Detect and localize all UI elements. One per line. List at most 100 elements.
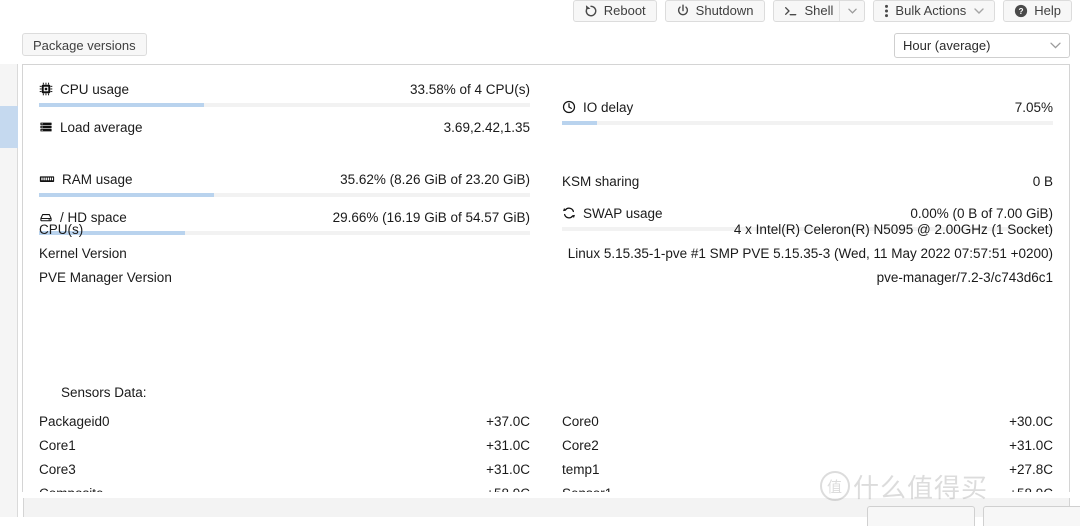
metric-cpu-usage-bar bbox=[39, 103, 530, 107]
system-info-label: CPU(s) bbox=[39, 221, 84, 237]
metric-ksm-sharing: KSM sharing 0 B bbox=[562, 165, 1053, 197]
sensor-row: temp1 +27.8C bbox=[562, 457, 1053, 481]
metric-load-average-label: Load average bbox=[60, 119, 143, 135]
metrics-right-top-spacer bbox=[562, 73, 1053, 91]
sensor-value: +58.9C bbox=[1009, 486, 1053, 493]
sensor-value: +31.0C bbox=[486, 461, 530, 477]
metric-io-delay-bar bbox=[562, 121, 1053, 125]
sensor-label: Composite bbox=[39, 486, 104, 493]
metric-ram-usage-bar bbox=[39, 193, 530, 197]
sensor-row: Core2 +31.0C bbox=[562, 433, 1053, 457]
metric-ram-usage-value: 35.62% (8.26 GiB of 23.20 GiB) bbox=[340, 171, 530, 187]
metric-ksm-sharing-value: 0 B bbox=[1032, 173, 1053, 189]
metric-ram-usage: RAM usage 35.62% (8.26 GiB of 23.20 GiB) bbox=[39, 163, 530, 195]
status-metrics: CPU usage 33.58% of 4 CPU(s) Load averag… bbox=[23, 65, 1069, 239]
power-icon bbox=[676, 4, 690, 18]
memory-stick-icon bbox=[39, 172, 55, 186]
sensor-row: Composite +58.9C bbox=[39, 481, 530, 493]
metrics-right-mid-spacer bbox=[562, 129, 1053, 165]
metric-cpu-usage: CPU usage 33.58% of 4 CPU(s) bbox=[39, 73, 530, 105]
help-button[interactable]: ? Help bbox=[1003, 0, 1072, 22]
status-metrics-right: IO delay 7.05% KSM sharing 0 B SWAP usag… bbox=[546, 65, 1069, 239]
sensor-row: Core0 +30.0C bbox=[562, 409, 1053, 433]
clock-icon bbox=[562, 100, 576, 114]
cpu-chip-icon bbox=[39, 82, 53, 96]
status-metrics-left: CPU usage 33.58% of 4 CPU(s) Load averag… bbox=[23, 65, 546, 239]
sensor-value: +58.9C bbox=[486, 486, 530, 493]
help-label: Help bbox=[1034, 3, 1061, 18]
metric-cpu-usage-value: 33.58% of 4 CPU(s) bbox=[409, 81, 530, 97]
system-info-value: pve-manager/7.2-3/c743d6c1 bbox=[876, 269, 1053, 285]
shutdown-label: Shutdown bbox=[695, 3, 754, 18]
system-info-row-kernel-version: Kernel Version Linux 5.15.35-1-pve #1 SM… bbox=[39, 241, 1053, 265]
reboot-button[interactable]: Reboot bbox=[572, 0, 657, 22]
sensor-row: Core1 +31.0C bbox=[39, 433, 530, 457]
metric-cpu-usage-label-group: CPU usage bbox=[39, 82, 129, 97]
sensor-label: Core2 bbox=[562, 437, 599, 453]
svg-text:?: ? bbox=[1019, 6, 1024, 16]
reboot-icon bbox=[584, 4, 598, 18]
sensors-data: Packageid0 +37.0C Core1 +31.0C Core3 +31… bbox=[23, 409, 1069, 493]
sensor-value: +37.0C bbox=[486, 413, 530, 429]
sidebar-selected-item[interactable] bbox=[0, 106, 18, 148]
system-info-row-cpus: CPU(s) 4 x Intel(R) Celeron(R) N5095 @ 2… bbox=[39, 217, 1053, 241]
sensor-value: +27.8C bbox=[1009, 461, 1053, 477]
shell-dropdown-arrow[interactable] bbox=[839, 1, 864, 21]
bottom-button-right[interactable] bbox=[983, 506, 1080, 526]
metric-ksm-sharing-label: KSM sharing bbox=[562, 173, 640, 189]
system-info-list: CPU(s) 4 x Intel(R) Celeron(R) N5095 @ 2… bbox=[23, 217, 1069, 289]
sensor-row: Core3 +31.0C bbox=[39, 457, 530, 481]
sensor-label: Core1 bbox=[39, 437, 76, 453]
bulk-actions-button[interactable]: Bulk Actions bbox=[873, 0, 996, 22]
server-stack-icon bbox=[39, 120, 53, 134]
top-toolbar-buttons: Reboot Shutdown Shell Bulk Actions ? Hel… bbox=[572, 0, 1080, 22]
bottom-button-left[interactable] bbox=[867, 506, 975, 526]
metric-io-delay-label-group: IO delay bbox=[562, 100, 633, 115]
system-info-row-pve-manager-version: PVE Manager Version pve-manager/7.2-3/c7… bbox=[39, 265, 1053, 289]
metric-load-average-label-group: Load average bbox=[39, 120, 143, 135]
terminal-icon bbox=[784, 4, 799, 18]
sensors-left-column: Packageid0 +37.0C Core1 +31.0C Core3 +31… bbox=[23, 409, 546, 493]
shell-button[interactable]: Shell bbox=[772, 0, 866, 22]
sensor-label: Sensor1 bbox=[562, 486, 612, 493]
bulk-actions-label: Bulk Actions bbox=[895, 3, 967, 18]
top-toolbar: Reboot Shutdown Shell Bulk Actions ? Hel… bbox=[0, 0, 1080, 24]
sensor-row: Sensor1 +58.9C bbox=[562, 481, 1053, 493]
sensor-row: Packageid0 +37.0C bbox=[39, 409, 530, 433]
sensor-label: Core3 bbox=[39, 461, 76, 477]
metric-ksm-sharing-label-group: KSM sharing bbox=[562, 174, 639, 189]
bottom-toolbar-strip bbox=[23, 498, 1080, 526]
metric-ram-usage-label: RAM usage bbox=[62, 171, 133, 187]
sensor-label: Packageid0 bbox=[39, 413, 110, 429]
sensor-label: Core0 bbox=[562, 413, 599, 429]
metric-cpu-usage-label: CPU usage bbox=[60, 81, 130, 97]
metric-load-average: Load average 3.69,2.42,1.35 bbox=[39, 111, 530, 143]
system-info-label: PVE Manager Version bbox=[39, 269, 172, 285]
metric-io-delay: IO delay 7.05% bbox=[562, 91, 1053, 123]
metric-ram-usage-label-group: RAM usage bbox=[39, 172, 133, 187]
time-range-select[interactable]: Hour (average) bbox=[894, 33, 1070, 58]
chevron-down-icon[interactable] bbox=[1050, 40, 1061, 52]
package-versions-button[interactable]: Package versions bbox=[22, 33, 147, 56]
sidebar-sliver bbox=[0, 22, 18, 517]
shutdown-button[interactable]: Shutdown bbox=[664, 0, 765, 22]
help-circle-icon: ? bbox=[1014, 4, 1028, 18]
time-range-value: Hour (average) bbox=[903, 38, 991, 53]
kebab-menu-icon bbox=[884, 4, 889, 18]
sensor-value: +31.0C bbox=[1009, 437, 1053, 453]
sensor-label: temp1 bbox=[562, 461, 600, 477]
metrics-spacer bbox=[39, 143, 530, 163]
sensors-data-title: Sensors Data: bbox=[61, 385, 147, 400]
metric-load-average-value: 3.69,2.42,1.35 bbox=[443, 119, 530, 135]
metric-io-delay-label: IO delay bbox=[583, 99, 634, 115]
metric-io-delay-value: 7.05% bbox=[1014, 99, 1053, 115]
chevron-down-icon[interactable] bbox=[974, 0, 984, 22]
sensors-right-column: Core0 +30.0C Core2 +31.0C temp1 +27.8C S… bbox=[546, 409, 1069, 493]
shell-label: Shell bbox=[804, 3, 834, 18]
reboot-label: Reboot bbox=[603, 3, 646, 18]
system-info-value: 4 x Intel(R) Celeron(R) N5095 @ 2.00GHz … bbox=[733, 221, 1053, 237]
system-info-label: Kernel Version bbox=[39, 245, 127, 261]
sensor-value: +31.0C bbox=[486, 437, 530, 453]
system-info-value: Linux 5.15.35-1-pve #1 SMP PVE 5.15.35-3… bbox=[567, 245, 1053, 261]
node-summary-panel: CPU usage 33.58% of 4 CPU(s) Load averag… bbox=[22, 64, 1070, 492]
